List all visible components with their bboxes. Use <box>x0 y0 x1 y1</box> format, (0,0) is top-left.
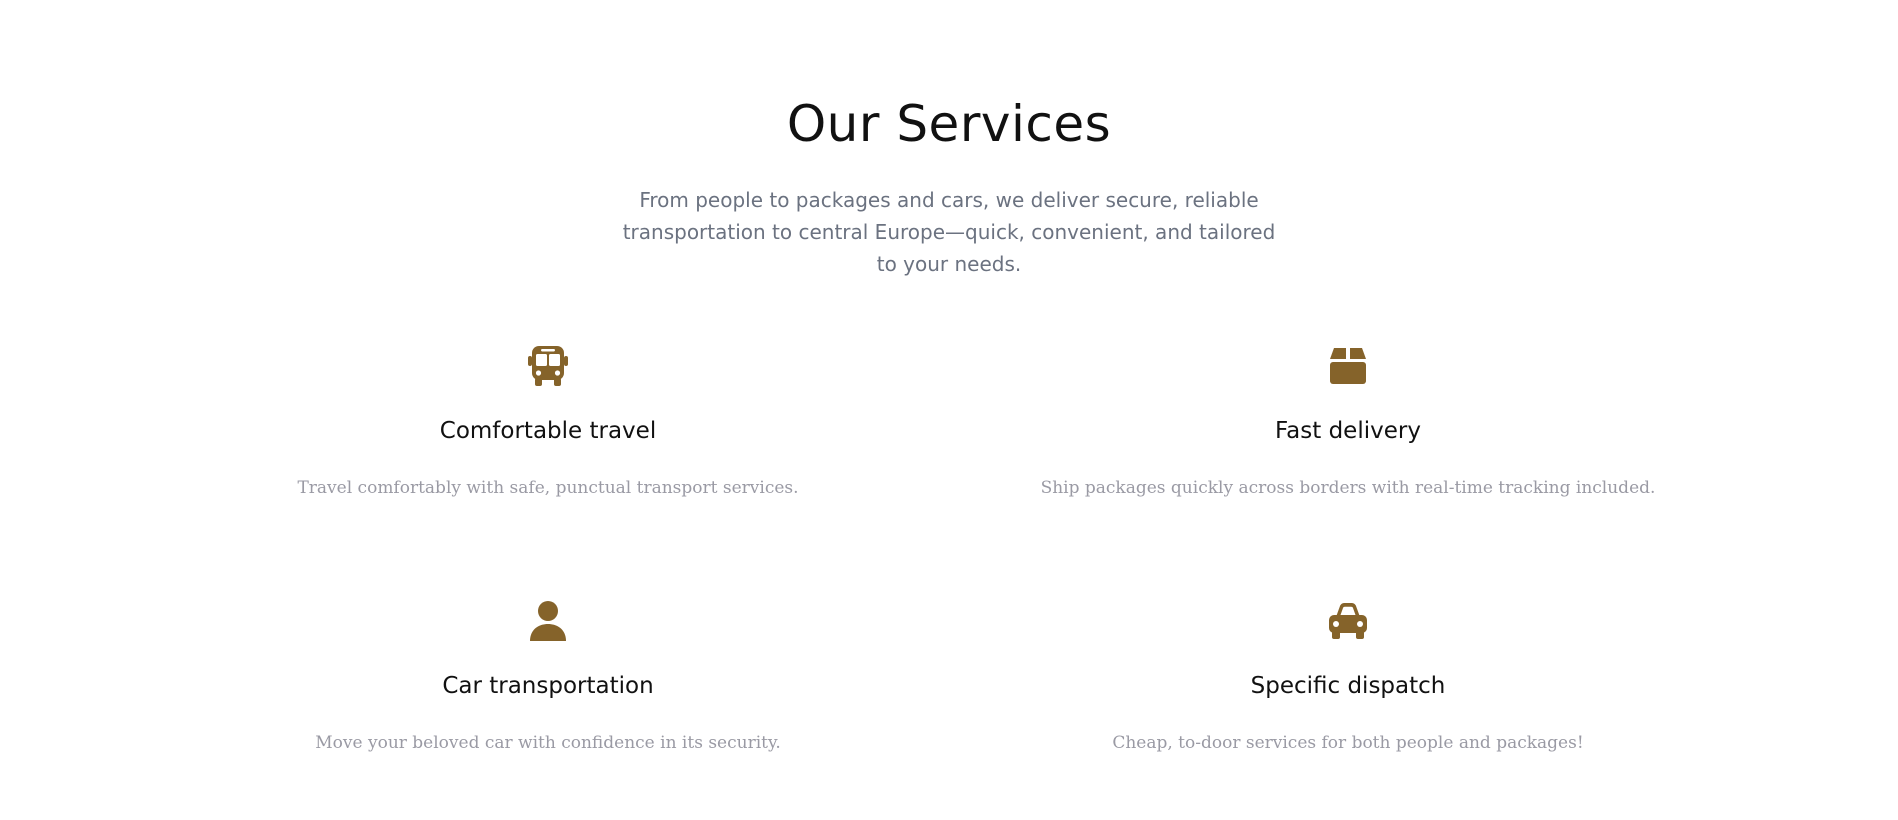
services-page: Our Services From people to packages and… <box>0 0 1898 820</box>
service-card-car-transportation: Car transportation Move your beloved car… <box>198 599 898 756</box>
service-description: Cheap, to-door services for both people … <box>1112 733 1584 753</box>
service-description: Ship packages quickly across borders wit… <box>1040 478 1656 498</box>
service-title: Comfortable travel <box>439 418 657 444</box>
section-subtitle: From people to packages and cars, we del… <box>622 188 1276 276</box>
box-icon <box>1326 344 1370 388</box>
service-description: Move your beloved car with confidence in… <box>315 733 781 753</box>
service-title: Fast delivery <box>1275 418 1421 444</box>
service-description: Travel comfortably with safe, punctual t… <box>297 478 799 498</box>
bus-icon <box>526 344 570 388</box>
service-card-fast-delivery: Fast delivery Ship packages quickly acro… <box>998 344 1698 501</box>
section-title: Our Services <box>786 95 1112 153</box>
service-title: Car transportation <box>442 673 654 699</box>
car-icon <box>1326 599 1370 643</box>
service-card-comfortable-travel: Comfortable travel Travel comfortably wi… <box>198 344 898 501</box>
user-icon <box>526 599 570 643</box>
service-card-specific-dispatch: Specific dispatch Cheap, to-door service… <box>998 599 1698 756</box>
service-title: Specific dispatch <box>1250 673 1446 699</box>
